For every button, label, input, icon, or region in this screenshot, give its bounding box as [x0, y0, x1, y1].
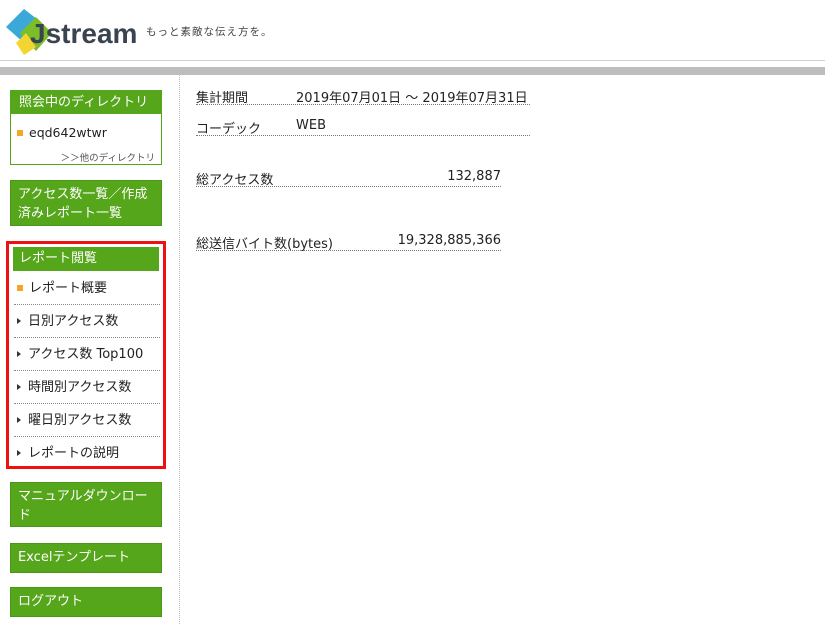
period-label: 集計期間	[196, 91, 249, 106]
jstream-logo[interactable]: Jstream	[2, 3, 142, 57]
triangle-right-icon	[17, 417, 21, 423]
total-bytes-value: 19,328,885,366	[397, 233, 501, 248]
current-directory-name: eqd642wtwr	[29, 125, 107, 140]
triangle-right-icon	[17, 384, 21, 390]
period-row: 集計期間 2019年07月01日 ～ 2019年07月31日	[196, 75, 530, 106]
codec-label: コーデック	[196, 122, 262, 137]
bullet-square-icon	[17, 130, 23, 136]
total-access-value: 132,887	[447, 169, 501, 184]
report-menu: レポート閲覧 レポート概要 日別アクセス数 アクセス数 Top100 時間別アク…	[6, 241, 166, 469]
report-menu-item-top100[interactable]: アクセス数 Top100	[14, 338, 160, 371]
triangle-right-icon	[17, 351, 21, 357]
report-menu-item-label: レポートの説明	[28, 446, 120, 461]
report-menu-heading: レポート閲覧	[13, 247, 159, 271]
current-directory: eqd642wtwr	[17, 125, 107, 140]
report-menu-item-daily[interactable]: 日別アクセス数	[14, 305, 160, 338]
logout-button[interactable]: ログアウト	[10, 587, 162, 617]
header-divider-thin	[0, 60, 825, 61]
tagline: もっと素敵な伝え方を。	[146, 26, 273, 38]
svg-text:Jstream: Jstream	[30, 18, 137, 49]
other-directories-link[interactable]: ＞＞他のディレクトリ	[61, 150, 155, 164]
report-menu-item-weekday[interactable]: 曜日別アクセス数	[14, 404, 160, 437]
manual-download-button[interactable]: マニュアルダウンロード	[10, 482, 162, 527]
directory-panel: 照会中のディレクトリ eqd642wtwr ＞＞他のディレクトリ	[10, 90, 162, 165]
directory-heading: 照会中のディレクトリ	[11, 91, 161, 114]
report-menu-item-overview[interactable]: レポート概要	[14, 272, 160, 305]
sidebar: 照会中のディレクトリ eqd642wtwr ＞＞他のディレクトリ アクセス数一覧…	[0, 75, 180, 624]
report-menu-item-hourly[interactable]: 時間別アクセス数	[14, 371, 160, 404]
total-bytes-row: 総送信バイト数(bytes) 19,328,885,366	[196, 221, 501, 252]
total-bytes-label: 総送信バイト数(bytes)	[196, 237, 333, 252]
report-menu-item-label: レポート概要	[29, 281, 108, 296]
excel-template-button[interactable]: Excelテンプレート	[10, 543, 162, 573]
header-divider	[0, 67, 825, 75]
total-access-label: 総アクセス数	[196, 173, 274, 188]
report-menu-item-label: 時間別アクセス数	[28, 380, 132, 395]
bullet-square-icon	[17, 285, 23, 291]
codec-value: WEB	[296, 118, 326, 133]
report-menu-item-label: 曜日別アクセス数	[28, 413, 132, 428]
report-menu-item-label: 日別アクセス数	[28, 314, 119, 329]
report-menu-item-help[interactable]: レポートの説明	[14, 437, 160, 470]
total-access-row: 総アクセス数 132,887	[196, 157, 501, 188]
period-value: 2019年07月01日 ～ 2019年07月31日	[296, 91, 528, 106]
site-header: Jstream もっと素敵な伝え方を。	[0, 0, 825, 60]
triangle-right-icon	[17, 450, 21, 456]
access-list-button[interactable]: アクセス数一覧／作成済みレポート一覧	[10, 180, 162, 226]
codec-row: コーデック WEB	[196, 106, 530, 137]
report-menu-item-label: アクセス数 Top100	[28, 347, 144, 362]
triangle-right-icon	[17, 318, 21, 324]
